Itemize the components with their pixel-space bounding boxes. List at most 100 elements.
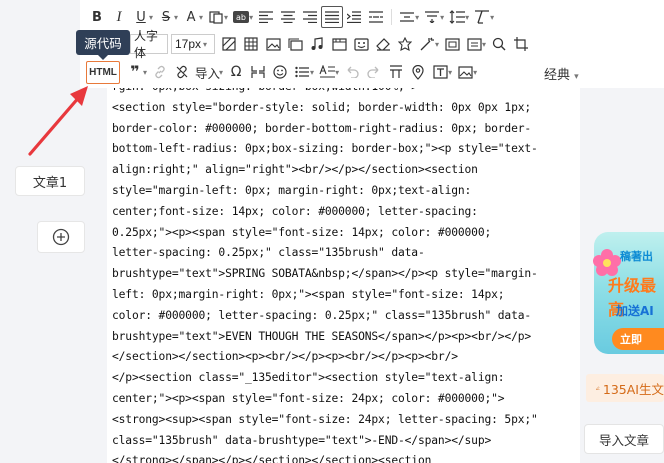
- frame-dropdown-icon[interactable]: ▾: [482, 40, 486, 49]
- code-line: <section style="border-style: solid; bor…: [112, 100, 532, 114]
- code-line: center;font-size: 14px; color: #000000; …: [112, 204, 478, 218]
- source-code-tooltip: 源代码: [76, 30, 130, 60]
- code-line: style="margin-left: 0px; margin-right: 0…: [112, 183, 472, 197]
- import-article-button[interactable]: 导入文章: [584, 424, 664, 454]
- align-justify-icon[interactable]: [321, 6, 344, 28]
- editor-toolbar: B I U ▾ S ▾ A ▾ ▾ ab ▾ ▾ ▾ ▾ ▾ 人字体 17px …: [80, 0, 664, 88]
- image-template-dropdown-icon[interactable]: ▾: [473, 68, 477, 77]
- source-code-text[interactable]: rgin: 0px;box-sizing: border-box;width:1…: [112, 88, 576, 463]
- bold-icon[interactable]: B: [86, 6, 108, 28]
- promo-line-1: 稿著出: [620, 250, 653, 263]
- import-dropdown-icon[interactable]: ▾: [219, 68, 223, 77]
- ai-generate-button[interactable]: 135AI生文: [586, 374, 664, 402]
- toolbar-row-3: HTML ❞ ▾ 导入 ▾ Ω ▾ ▾ ▾ ▾: [80, 58, 479, 86]
- omega-icon[interactable]: Ω: [225, 61, 247, 83]
- code-line: </section></section><p><br/></p><p><br/>…: [112, 350, 458, 364]
- code-line: </p><section class="_135editor"><section…: [112, 371, 505, 385]
- row-height-dropdown-icon[interactable]: ▾: [465, 13, 469, 22]
- chevron-down-icon: ▾: [574, 72, 579, 82]
- copy-format-dropdown-icon[interactable]: ▾: [224, 13, 228, 22]
- code-line: class="135brush" data-brushtype="text">-…: [112, 433, 492, 447]
- undo-icon[interactable]: [341, 61, 363, 83]
- toolbar-divider: [391, 9, 393, 25]
- font-color-dropdown-icon[interactable]: ▾: [199, 13, 203, 22]
- text-template-dropdown-icon[interactable]: ▾: [448, 68, 452, 77]
- align-center-icon[interactable]: [277, 6, 299, 28]
- image-gallery-icon[interactable]: [284, 33, 306, 55]
- paragraph-spacing-dropdown-icon[interactable]: ▾: [440, 13, 444, 22]
- chevron-down-icon: ▾: [203, 39, 208, 49]
- unlink-icon[interactable]: [171, 61, 193, 83]
- add-article-button[interactable]: [37, 221, 85, 253]
- code-line: <strong><sup><span style="font-size: 24p…: [112, 412, 538, 426]
- quote-dropdown-icon[interactable]: ▾: [143, 68, 147, 77]
- code-line: left: 0px;margin-right: 0px;"><span styl…: [112, 287, 505, 301]
- code-line: color: #000000; letter-spacing: 0.25px;"…: [112, 308, 532, 322]
- code-line: 0.25px;"><p><span style="font-size: 14px…: [112, 225, 492, 239]
- promo-line-3: 加送AI: [616, 304, 654, 318]
- promo-banner[interactable]: 稿著出 升级最高 加送AI 立即: [586, 232, 664, 358]
- code-line: border-color: #000000; border-bottom-rig…: [112, 121, 532, 135]
- svg-text:ab: ab: [236, 13, 246, 22]
- font-size-value: 17px: [175, 37, 202, 51]
- background-icon[interactable]: [218, 33, 240, 55]
- align-left-icon[interactable]: [255, 6, 277, 28]
- list-dropdown-icon[interactable]: ▾: [310, 68, 314, 77]
- strikethrough-dropdown-icon[interactable]: ▾: [174, 13, 178, 22]
- pen-icon: [596, 386, 600, 390]
- classic-mode-toggle[interactable]: 经典 ▾: [544, 64, 579, 83]
- code-line: brushtype="text">EVEN THOUGH THE SEASONS…: [112, 329, 532, 343]
- video-icon[interactable]: [328, 33, 350, 55]
- underline-dropdown-icon[interactable]: ▾: [149, 13, 153, 22]
- text-direction-dropdown-icon[interactable]: ▾: [335, 68, 339, 77]
- promo-button-label: 立即: [620, 333, 642, 346]
- align-right-icon[interactable]: [299, 6, 321, 28]
- import-menu[interactable]: 导入: [195, 63, 220, 82]
- clear-format-dropdown-icon[interactable]: ▾: [490, 13, 494, 22]
- crop-icon[interactable]: [510, 33, 532, 55]
- location-icon[interactable]: [407, 61, 429, 83]
- html-source-editor[interactable]: rgin: 0px;box-sizing: border-box;width:1…: [107, 88, 580, 463]
- text-replace-dropdown-icon[interactable]: ▾: [249, 13, 253, 22]
- line-spacing-dropdown-icon[interactable]: ▾: [415, 13, 419, 22]
- special-char-icon[interactable]: [247, 61, 269, 83]
- code-line: letter-spacing: 0.25px;" class="135brush…: [112, 246, 425, 260]
- import-article-label: 导入文章: [598, 432, 649, 448]
- tooltip-text: 源代码: [84, 36, 122, 51]
- link-icon[interactable]: [149, 61, 171, 83]
- stamp-icon[interactable]: [394, 33, 416, 55]
- font-family-select[interactable]: 人字体: [130, 29, 168, 60]
- code-line: rgin: 0px;box-sizing: border-box;width:1…: [112, 88, 576, 98]
- magic-dropdown-icon[interactable]: ▾: [435, 40, 439, 49]
- toolbar-row-2: 人字体 17px ▾ ▾ ▾: [130, 29, 532, 60]
- article-tab[interactable]: 文章1: [15, 166, 85, 196]
- indent-icon[interactable]: [343, 6, 365, 28]
- layout-icon[interactable]: [441, 33, 463, 55]
- font-size-select[interactable]: 17px ▾: [171, 34, 215, 54]
- image-icon[interactable]: [262, 33, 284, 55]
- code-line: bottom-left-radius: 0px;box-sizing: bord…: [112, 142, 538, 156]
- promo-button[interactable]: 立即: [612, 328, 664, 350]
- code-line: center;"><p><span style="font-size: 24px…: [112, 391, 505, 405]
- code-line: </strong></span></p></section></section>…: [112, 454, 432, 463]
- eraser-icon[interactable]: [372, 33, 394, 55]
- html-source-button[interactable]: HTML: [86, 60, 120, 84]
- classic-label: 经典: [544, 68, 571, 83]
- code-line: brushtype="text">SPRING SOBATA&nbsp;</sp…: [112, 267, 538, 281]
- annotation-arrow-icon: [28, 86, 88, 156]
- search-icon[interactable]: [488, 33, 510, 55]
- distribute-icon[interactable]: [365, 6, 387, 28]
- plus-circle-icon: [52, 228, 70, 246]
- italic-icon[interactable]: I: [108, 6, 130, 28]
- article-tab-label: 文章1: [32, 175, 68, 191]
- font-family-value: 人字体: [134, 29, 159, 60]
- redo-icon[interactable]: [363, 61, 385, 83]
- html-button-label: HTML: [89, 66, 117, 78]
- code-line: align:right;" align="right"><br/></p></s…: [112, 163, 478, 177]
- music-icon[interactable]: [306, 33, 328, 55]
- paragraph-format-icon[interactable]: [385, 61, 407, 83]
- table-icon[interactable]: [240, 33, 262, 55]
- emoji-icon[interactable]: [350, 33, 372, 55]
- smiley-icon[interactable]: [269, 61, 291, 83]
- ai-chip-label: 135AI生文: [602, 381, 664, 397]
